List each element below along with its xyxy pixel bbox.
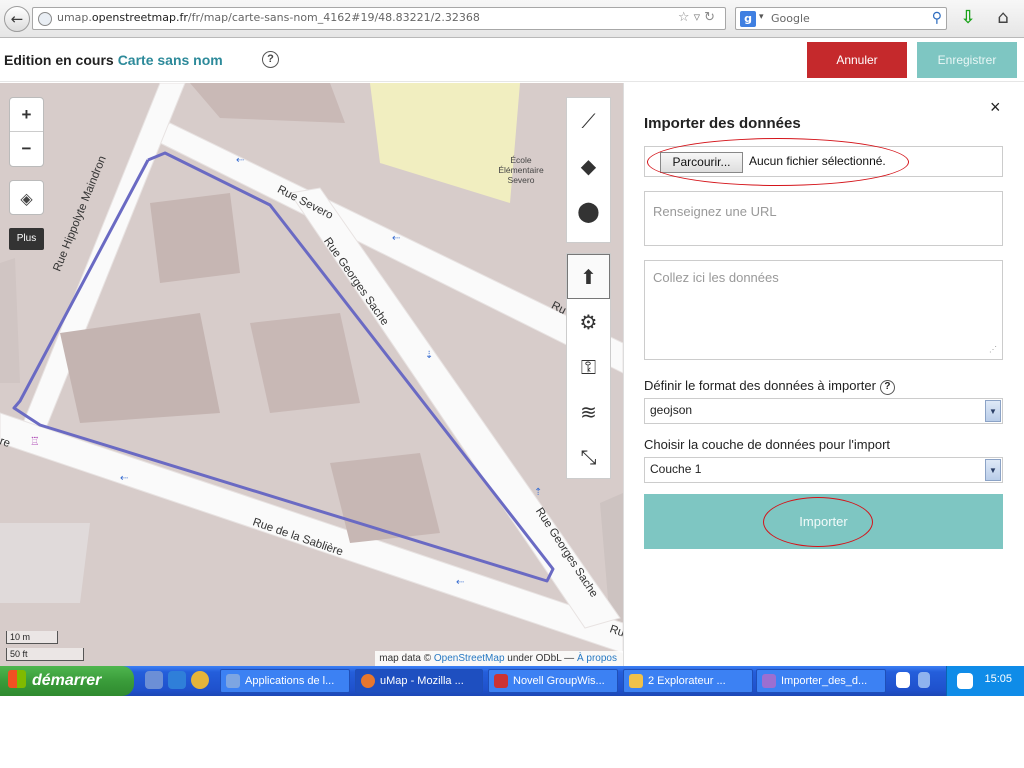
file-status: Aucun fichier sélectionné. bbox=[749, 154, 886, 168]
taskbar-item[interactable]: 2 Explorateur ... bbox=[623, 669, 753, 693]
zoom-control: + − bbox=[9, 97, 44, 167]
help-icon[interactable]: ? bbox=[262, 51, 279, 68]
map-attribution: map data © OpenStreetMap under ODbL — À … bbox=[375, 651, 623, 666]
taskbar-item[interactable]: Applications de l... bbox=[220, 669, 350, 693]
taskbar-item[interactable]: Novell GroupWis... bbox=[488, 669, 618, 693]
map-name[interactable]: Carte sans nom bbox=[118, 52, 223, 68]
folder-icon bbox=[629, 674, 643, 688]
layers-button[interactable]: ≋ bbox=[567, 389, 610, 434]
google-icon: g bbox=[740, 11, 756, 27]
svg-text:⇠: ⇠ bbox=[392, 233, 401, 244]
system-tray: 15:05 bbox=[946, 666, 1024, 696]
scale-metric: 10 m bbox=[6, 631, 58, 644]
edit-toolbar: ⬆ ⚙ ⚿ ≋ ⤡ bbox=[566, 253, 611, 479]
search-bar[interactable]: g ▾ Google ⚲ bbox=[735, 7, 947, 30]
chevron-down-icon[interactable]: ▼ bbox=[985, 400, 1001, 422]
draw-line-button[interactable]: ⟋ bbox=[567, 98, 610, 143]
tray-app-icon[interactable] bbox=[957, 673, 973, 689]
scale-imperial: 50 ft bbox=[6, 648, 84, 661]
search-placeholder: Google bbox=[771, 12, 810, 25]
import-panel: × Importer des données Parcourir... Aucu… bbox=[623, 83, 1024, 666]
locate-button[interactable]: ◈ bbox=[9, 180, 44, 215]
import-data-button[interactable]: ⬆ bbox=[567, 254, 610, 299]
format-label: Définir le format des données à importer… bbox=[644, 378, 895, 395]
chrome-icon[interactable] bbox=[191, 671, 209, 689]
download-icon[interactable]: ⇩ bbox=[958, 7, 978, 29]
more-button[interactable]: Plus bbox=[9, 228, 44, 250]
panel-title: Importer des données bbox=[644, 115, 801, 132]
draw-toolbar: ⟋ ◆ ⬤ bbox=[566, 97, 611, 243]
polyline-icon: ⟋ bbox=[581, 108, 596, 133]
svg-text:⇡: ⇡ bbox=[534, 487, 542, 498]
upload-icon: ⬆ bbox=[580, 264, 597, 289]
browse-button[interactable]: Parcourir... bbox=[660, 152, 743, 173]
file-input[interactable]: Parcourir... Aucun fichier sélectionné. bbox=[644, 146, 1003, 177]
zoom-in-button[interactable]: + bbox=[10, 98, 43, 132]
center-map-button[interactable]: ⤡ bbox=[567, 434, 610, 479]
save-button[interactable]: Enregistrer bbox=[917, 42, 1017, 78]
layers-icon: ≋ bbox=[580, 399, 597, 424]
permissions-button[interactable]: ⚿ bbox=[567, 344, 610, 389]
svg-text:⇣: ⇣ bbox=[425, 350, 433, 361]
school-label: École Élémentaire Severo bbox=[498, 155, 544, 185]
layer-select[interactable]: Couche 1 ▼ bbox=[644, 457, 1003, 483]
close-icon[interactable]: × bbox=[990, 97, 1001, 118]
draw-marker-button[interactable]: ⬤ bbox=[567, 188, 610, 233]
settings-button[interactable]: ⚙ bbox=[567, 299, 610, 344]
taskbar-item[interactable]: Importer_des_d... bbox=[756, 669, 886, 693]
svg-text:⇠: ⇠ bbox=[120, 473, 129, 484]
app-header: Edition en cours Carte sans nom ? Annuler… bbox=[0, 38, 1024, 82]
marker-icon: ⬤ bbox=[577, 198, 600, 223]
taskbar-item[interactable]: uMap - Mozilla ... bbox=[355, 669, 483, 693]
chevron-down-icon[interactable]: ▾ bbox=[759, 12, 764, 22]
edit-label: Edition en cours bbox=[4, 52, 114, 68]
collapse-arrows-icon: ⤡ bbox=[580, 444, 597, 469]
svg-text:⇠: ⇠ bbox=[456, 577, 465, 588]
polygon-icon: ◆ bbox=[580, 153, 597, 178]
groupwise-icon bbox=[494, 674, 508, 688]
clock: 15:05 bbox=[984, 673, 1012, 685]
map-layers-icon: ◈ bbox=[20, 189, 33, 208]
svg-text:⇠: ⇠ bbox=[236, 155, 245, 166]
globe-icon bbox=[38, 12, 52, 26]
url-text: umap.openstreetmap.fr/fr/map/carte-sans-… bbox=[57, 11, 480, 24]
cancel-button[interactable]: Annuler bbox=[807, 42, 907, 78]
back-button[interactable]: ← bbox=[4, 6, 30, 32]
help-tray-icon[interactable] bbox=[896, 672, 910, 688]
taskbar: démarrer Applications de l... uMap - Moz… bbox=[0, 666, 1024, 696]
url-input[interactable]: Renseignez une URL bbox=[644, 191, 1003, 246]
start-button[interactable]: démarrer bbox=[0, 666, 134, 696]
image-viewer-icon bbox=[762, 674, 776, 688]
search-icon[interactable]: ⚲ bbox=[932, 10, 942, 26]
draw-polygon-button[interactable]: ◆ bbox=[567, 143, 610, 188]
about-link[interactable]: À propos bbox=[577, 653, 617, 664]
firefox-icon bbox=[361, 674, 375, 688]
edit-status: Edition en cours Carte sans nom bbox=[4, 52, 223, 68]
browser-toolbar: ← umap.openstreetmap.fr/fr/map/carte-san… bbox=[0, 0, 1024, 38]
chevron-down-icon[interactable]: ▼ bbox=[985, 459, 1001, 481]
key-icon: ⚿ bbox=[580, 354, 597, 379]
ie-icon[interactable] bbox=[168, 671, 186, 689]
home-icon[interactable]: ⌂ bbox=[992, 6, 1014, 30]
resize-grip-icon[interactable]: ⋰ bbox=[989, 345, 997, 354]
svg-text:♖: ♖ bbox=[30, 435, 40, 448]
gear-icon: ⚙ bbox=[579, 309, 598, 334]
address-bar[interactable]: umap.openstreetmap.fr/fr/map/carte-sans-… bbox=[32, 7, 726, 30]
layer-label: Choisir la couche de données pour l'impo… bbox=[644, 437, 891, 452]
window-tray-icon[interactable] bbox=[918, 672, 930, 688]
app-icon bbox=[226, 674, 240, 688]
windows-logo-icon bbox=[8, 670, 26, 688]
help-icon[interactable]: ? bbox=[879, 380, 895, 395]
bookmark-star-icon[interactable]: ☆▿↻ bbox=[678, 10, 719, 25]
paste-data-textarea[interactable]: Collez ici les données ⋰ bbox=[644, 260, 1003, 360]
map-view[interactable]: ⇠ ⇠ ⇣ ⇠ ⇠ ⇡ ♖ Rue Hippolyte Maindron Rue… bbox=[0, 83, 623, 666]
osm-link[interactable]: OpenStreetMap bbox=[434, 653, 505, 664]
desktop-quicklaunch-icon[interactable] bbox=[145, 671, 163, 689]
zoom-out-button[interactable]: − bbox=[10, 132, 43, 166]
import-button[interactable]: Importer bbox=[644, 494, 1003, 549]
format-select[interactable]: geojson ▼ bbox=[644, 398, 1003, 424]
